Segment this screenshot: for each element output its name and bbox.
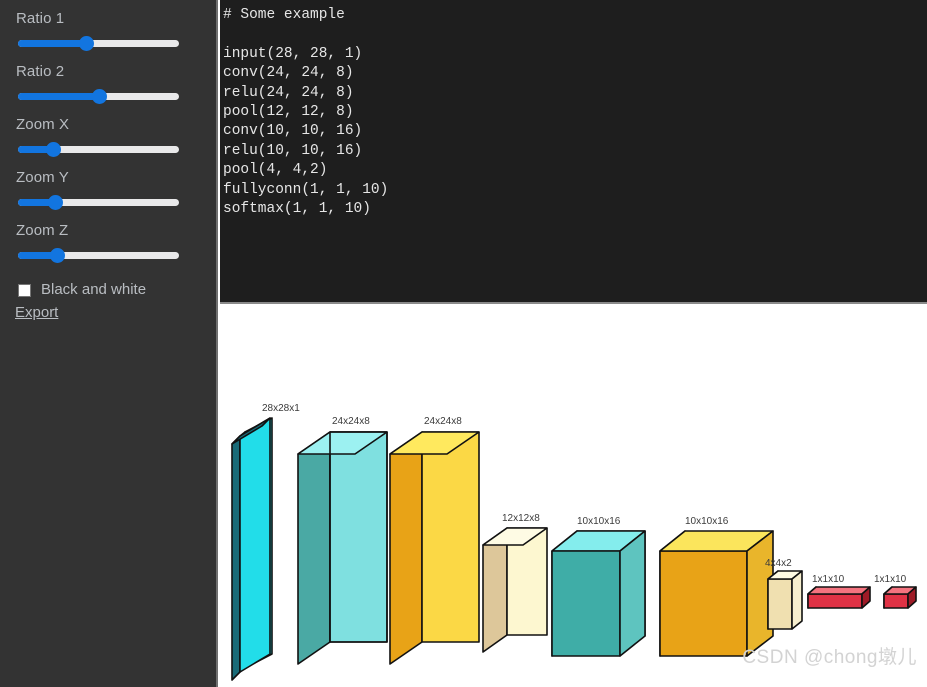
slider-label-ratio-2: Ratio 2 — [16, 63, 65, 80]
slider-label-zoom-y: Zoom Y — [16, 169, 69, 186]
slider-zoom-y[interactable] — [0, 191, 216, 215]
control-group-ratio-2: Ratio 2 — [0, 63, 216, 109]
slider-thumb-zoom-y[interactable] — [48, 195, 64, 210]
slider-label-zoom-z: Zoom Z — [16, 222, 69, 239]
slider-thumb-ratio-1[interactable] — [78, 36, 94, 51]
slider-track-ratio-2[interactable] — [18, 89, 179, 104]
layer-block-5[interactable] — [551, 530, 646, 657]
black-and-white-row[interactable]: Black and white — [0, 280, 216, 300]
layer-block-6[interactable] — [659, 530, 774, 657]
network-diagram-canvas: 28x28x1 24x24x8 24x24x8 12x12x8 10x10x16… — [220, 306, 927, 687]
control-group-ratio-1: Ratio 1 — [0, 10, 216, 56]
layer-label-6: 10x10x16 — [685, 516, 729, 527]
code-editor-panel[interactable]: # Some example input(28, 28, 1) conv(24,… — [220, 0, 927, 304]
slider-track-ratio-1[interactable] — [18, 36, 179, 51]
slider-thumb-ratio-2[interactable] — [91, 89, 107, 104]
layer-label-4: 12x12x8 — [502, 513, 540, 524]
slider-zoom-x[interactable] — [0, 138, 216, 162]
layer-block-9[interactable] — [883, 586, 917, 609]
layer-block-1[interactable] — [231, 417, 273, 681]
watermark-text: CSDN @chong墩儿 — [742, 647, 917, 668]
app-root: Ratio 1 Ratio 2 Zoom X Zoom Y Zoom Z Bla… — [0, 0, 927, 687]
layer-block-3[interactable] — [389, 431, 480, 665]
slider-zoom-z[interactable] — [0, 244, 216, 268]
layer-block-4[interactable] — [482, 527, 548, 653]
slider-track-zoom-x[interactable] — [18, 142, 179, 157]
black-and-white-checkbox[interactable] — [18, 283, 31, 297]
slider-label-zoom-x: Zoom X — [16, 116, 70, 133]
control-group-zoom-x: Zoom X — [0, 116, 216, 162]
layer-label-8: 1x1x10 — [812, 574, 845, 585]
control-group-zoom-y: Zoom Y — [0, 169, 216, 215]
slider-ratio-2[interactable] — [0, 85, 216, 109]
control-group-zoom-z: Zoom Z — [0, 222, 216, 268]
layer-label-2: 24x24x8 — [332, 416, 370, 427]
layer-block-2[interactable] — [297, 431, 388, 665]
slider-thumb-zoom-z[interactable] — [49, 248, 65, 263]
controls-sidebar: Ratio 1 Ratio 2 Zoom X Zoom Y Zoom Z Bla… — [0, 0, 218, 687]
slider-track-zoom-z[interactable] — [18, 248, 179, 263]
slider-thumb-zoom-x[interactable] — [46, 142, 62, 157]
layer-label-5: 10x10x16 — [577, 516, 621, 527]
network-diagram-svg: 28x28x1 24x24x8 24x24x8 12x12x8 10x10x16… — [231, 403, 917, 681]
black-and-white-label: Black and white — [41, 281, 147, 298]
code-editor-text[interactable]: # Some example input(28, 28, 1) conv(24,… — [223, 6, 927, 219]
slider-label-ratio-1: Ratio 1 — [16, 10, 65, 27]
slider-fill-ratio-1 — [18, 40, 86, 47]
layer-label-3: 24x24x8 — [424, 416, 462, 427]
layer-label-1: 28x28x1 — [262, 403, 300, 414]
layer-label-7: 4x4x2 — [765, 558, 792, 569]
slider-track-zoom-y[interactable] — [18, 195, 179, 210]
layer-block-7[interactable] — [767, 570, 803, 630]
slider-fill-ratio-2 — [18, 93, 99, 100]
slider-ratio-1[interactable] — [0, 32, 216, 56]
layer-block-8[interactable] — [807, 586, 871, 609]
export-link[interactable]: Export — [15, 304, 58, 321]
layer-label-9: 1x1x10 — [874, 574, 907, 585]
